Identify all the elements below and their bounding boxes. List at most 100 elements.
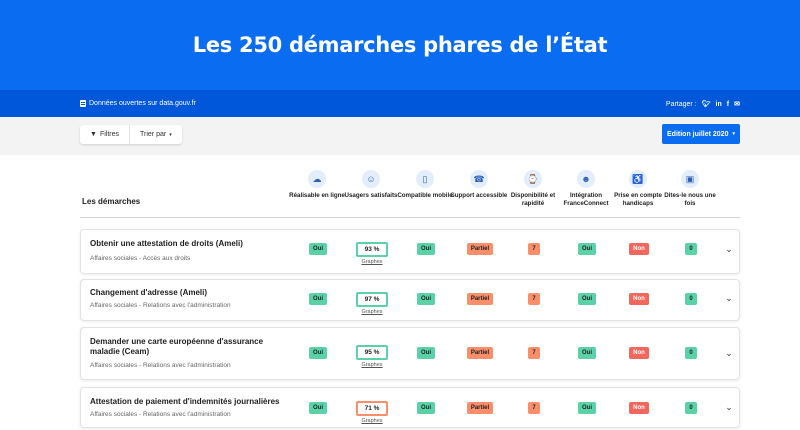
- mobile-icon: ▯: [416, 170, 434, 188]
- status-badge: Non: [629, 243, 649, 255]
- table-header: Les démarches ☁ Réalisable en ligne ☺ Us…: [80, 170, 740, 218]
- chevron-down-icon[interactable]: ⌄: [724, 244, 734, 254]
- status-badge: Oui: [578, 293, 596, 305]
- share-label: Partager :: [665, 100, 697, 108]
- cell-once: 0: [661, 243, 721, 255]
- share-links: Partager : 🐦︎ in f ✉: [665, 100, 740, 109]
- cell-support: Partiel: [450, 347, 510, 359]
- status-badge: Oui: [578, 347, 596, 359]
- status-badge: Non: [629, 347, 649, 359]
- cell-support: Partiel: [450, 293, 510, 305]
- column-label: Dites-le nous une fois: [664, 192, 716, 207]
- chevron-down-icon[interactable]: ⌄: [724, 293, 734, 303]
- cell-satisfaction: 93 % Graphes: [342, 242, 402, 265]
- status-badge: Partiel: [466, 402, 494, 414]
- satisfaction-badge: 97 %: [355, 292, 389, 307]
- watch-icon: ⌚: [524, 170, 542, 188]
- column-online: ☁ Réalisable en ligne: [287, 170, 347, 200]
- linkedin-icon[interactable]: in: [716, 101, 722, 108]
- cell-satisfaction: 97 % Graphes: [342, 292, 402, 315]
- cell-online: Oui: [288, 243, 348, 255]
- graphs-link[interactable]: Graphes: [361, 259, 382, 265]
- filter-sort-group: ▼ Filtres Trier par ▾: [80, 125, 182, 144]
- status-badge: Oui: [309, 243, 327, 255]
- table-row[interactable]: Attestation de paiement d'indemnités jou…: [80, 387, 740, 428]
- filters-label: Filtres: [99, 131, 119, 138]
- user-icon: ☻: [577, 170, 595, 188]
- column-once: ▣ Dites-le nous une fois: [660, 170, 720, 208]
- edition-select-button[interactable]: Edition juillet 2020 ▾: [662, 124, 740, 144]
- cell-once: 0: [661, 402, 721, 414]
- facebook-icon[interactable]: f: [727, 101, 729, 108]
- email-icon[interactable]: ✉: [734, 100, 740, 108]
- twitter-icon[interactable]: 🐦︎: [702, 100, 711, 108]
- column-label: Compatible mobile: [397, 192, 453, 199]
- status-badge: Partiel: [466, 243, 494, 255]
- column-handicap: ♿ Prise en compte handicaps: [608, 170, 668, 208]
- cloud-icon: ☁: [308, 170, 326, 188]
- status-badge: 7: [528, 243, 540, 255]
- cell-mobile: Oui: [396, 243, 456, 255]
- open-data-link[interactable]: Données ouvertes sur data.gouv.fr: [80, 100, 196, 107]
- table-title: Les démarches: [82, 197, 141, 206]
- sort-label: Trier par: [140, 131, 167, 138]
- status-badge: Partiel: [466, 293, 494, 305]
- graphs-link[interactable]: Graphes: [361, 418, 382, 424]
- graphs-link[interactable]: Graphes: [361, 309, 382, 315]
- cell-availability: 7: [504, 402, 564, 414]
- column-label: Support accessible: [450, 192, 508, 199]
- table-row[interactable]: Demander une carte européenne d'assuranc…: [80, 327, 740, 380]
- cell-handicap: Non: [609, 243, 669, 255]
- status-badge: Oui: [578, 243, 596, 255]
- column-label: Prise en compte handicaps: [614, 192, 662, 207]
- cell-online: Oui: [288, 347, 348, 359]
- status-badge: 0: [685, 243, 697, 255]
- table-row[interactable]: Obtenir une attestation de droits (Ameli…: [80, 229, 740, 274]
- accessibility-icon: ♿: [629, 170, 647, 188]
- procedure-name: Attestation de paiement d'indemnités jou…: [90, 397, 280, 406]
- cell-availability: 7: [504, 293, 564, 305]
- status-badge: 7: [528, 402, 540, 414]
- edition-label: Edition juillet 2020: [667, 130, 729, 138]
- cell-mobile: Oui: [396, 347, 456, 359]
- procedure-name: Changement d'adresse (Ameli): [90, 288, 208, 297]
- funnel-icon: ▼: [90, 131, 97, 138]
- cell-satisfaction: 71 % Graphes: [342, 401, 402, 424]
- status-badge: Non: [629, 293, 649, 305]
- graphs-link[interactable]: Graphes: [361, 362, 382, 368]
- procedure-category: Affaires sociales - Relations avec l'adm…: [90, 362, 231, 369]
- status-badge: 0: [685, 347, 697, 359]
- cell-franceconnect: Oui: [557, 293, 617, 305]
- column-label: Intégration FranceConnect: [563, 192, 609, 207]
- smiley-icon: ☺: [362, 170, 380, 188]
- caret-down-icon: ▾: [169, 131, 172, 138]
- table-row[interactable]: Changement d'adresse (Ameli) Affaires so…: [80, 279, 740, 321]
- cell-support: Partiel: [450, 402, 510, 414]
- status-badge: Oui: [417, 402, 435, 414]
- procedure-name: Obtenir une attestation de droits (Ameli…: [90, 239, 243, 248]
- cell-handicap: Non: [609, 347, 669, 359]
- satisfaction-badge: 93 %: [355, 242, 389, 257]
- chevron-down-icon[interactable]: ⌄: [724, 402, 734, 412]
- cell-franceconnect: Oui: [557, 402, 617, 414]
- caret-down-icon: ▾: [732, 131, 735, 137]
- procedure-category: Affaires sociales - Relations avec l'adm…: [90, 302, 231, 309]
- column-franceconnect: ☻ Intégration FranceConnect: [556, 170, 616, 208]
- satisfaction-badge: 95 %: [355, 345, 389, 360]
- cell-online: Oui: [288, 402, 348, 414]
- headset-icon: ☎: [470, 170, 488, 188]
- column-label: Réalisable en ligne: [289, 192, 345, 199]
- status-badge: Oui: [417, 293, 435, 305]
- cell-satisfaction: 95 % Graphes: [342, 345, 402, 368]
- column-label: Disponibilité et rapidité: [510, 192, 556, 207]
- column-mobile: ▯ Compatible mobile: [395, 170, 455, 200]
- status-badge: Oui: [309, 402, 327, 414]
- chevron-down-icon[interactable]: ⌄: [724, 348, 734, 358]
- filters-button[interactable]: ▼ Filtres: [80, 125, 129, 144]
- sort-button[interactable]: Trier par ▾: [129, 125, 182, 144]
- page-title: Les 250 démarches phares de l’État: [192, 33, 608, 57]
- cell-support: Partiel: [450, 243, 510, 255]
- cell-availability: 7: [504, 347, 564, 359]
- procedure-category: Affaires sociales - Relations avec l'adm…: [90, 411, 231, 418]
- satisfaction-badge: 71 %: [355, 401, 389, 416]
